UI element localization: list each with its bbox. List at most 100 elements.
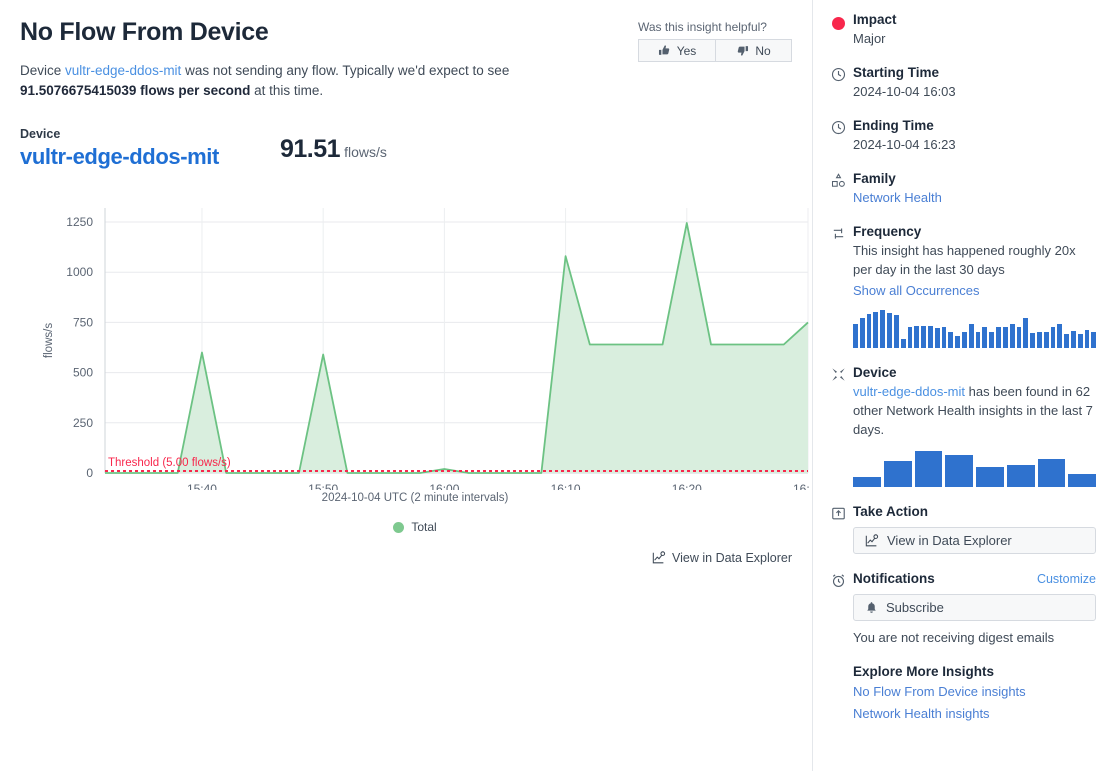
y-axis-tick-label: 1250 xyxy=(66,215,93,229)
sparkline-bar xyxy=(982,327,987,348)
frequency-text: This insight has happened roughly 20x pe… xyxy=(853,241,1096,279)
explore-link-1[interactable]: Network Health insights xyxy=(853,706,1096,721)
x-axis-tick-label: 15:40 xyxy=(187,482,217,490)
show-all-occurrences-link[interactable]: Show all Occurrences xyxy=(853,281,1096,300)
desc-suffix: at this time. xyxy=(250,83,323,98)
impact-dot-icon xyxy=(823,12,853,30)
feedback-buttons: Yes No xyxy=(638,39,792,62)
explore-spacer xyxy=(823,664,853,666)
customize-link[interactable]: Customize xyxy=(1037,572,1096,586)
ending-time-value: 2024-10-04 16:23 xyxy=(853,135,1096,154)
device-name-link[interactable]: vultr-edge-ddos-mit xyxy=(853,384,965,399)
feedback-question: Was this insight helpful? xyxy=(638,20,792,34)
x-axis-tick-label: 16:20 xyxy=(672,482,702,490)
metric-stat-block: 91.51flows/s xyxy=(280,127,387,164)
sparkline-bar xyxy=(996,327,1001,348)
family-link[interactable]: Network Health xyxy=(853,188,1096,207)
metric-value: 91.51 xyxy=(280,135,340,163)
sparkline-bar xyxy=(853,324,858,348)
device-text: vultr-edge-ddos-mit has been found in 62… xyxy=(853,382,1096,439)
sparkline-bar xyxy=(860,318,865,348)
sparkline-bar xyxy=(928,326,933,348)
explore-link-0[interactable]: No Flow From Device insights xyxy=(853,684,1096,699)
chart-legend: Total xyxy=(20,520,810,534)
device-bar xyxy=(853,477,881,487)
device-bar xyxy=(1038,459,1066,487)
feedback-widget: Was this insight helpful? Yes xyxy=(638,20,792,62)
repeat-icon xyxy=(823,224,853,241)
alarm-icon xyxy=(823,571,853,588)
sparkline-bar xyxy=(935,328,940,348)
family-heading: Family xyxy=(853,171,1096,186)
feedback-yes-button[interactable]: Yes xyxy=(638,39,715,62)
desc-middle: was not sending any flow. Typically we'd… xyxy=(181,63,509,78)
sparkline-bar xyxy=(948,332,953,348)
sparkline-bar xyxy=(1071,331,1076,348)
flow-chart: 02505007501000125015:4015:5016:0016:1016… xyxy=(20,190,810,520)
feedback-no-button[interactable]: No xyxy=(715,39,792,62)
sidebar-section-notifications: Notifications Customize Subscribe You ar… xyxy=(823,571,1096,647)
sparkline-bar xyxy=(880,310,885,348)
sparkline-bar xyxy=(1003,327,1008,348)
y-axis-tick-label: 1000 xyxy=(66,265,93,279)
sidebar-section-starting-time: Starting Time 2024-10-04 16:03 xyxy=(823,65,1096,101)
view-in-data-explorer-label: View in Data Explorer xyxy=(672,551,792,565)
sparkline-bar xyxy=(942,327,947,348)
frequency-heading: Frequency xyxy=(853,224,1096,239)
insight-page: No Flow From Device Device vultr-edge-dd… xyxy=(0,0,1120,771)
x-axis-tick-label: 16:00 xyxy=(429,482,459,490)
y-axis-tick-label: 0 xyxy=(86,466,93,480)
sparkline-bar xyxy=(1037,332,1042,348)
device-bar xyxy=(976,467,1004,487)
device-stat-value[interactable]: vultr-edge-ddos-mit xyxy=(20,144,280,170)
sparkline-bar xyxy=(1044,332,1049,348)
sparkline-bar xyxy=(921,326,926,348)
sparkline-bar xyxy=(976,332,981,348)
sidebar-section-family: Family Network Health xyxy=(823,171,1096,207)
sparkline-bar xyxy=(1057,324,1062,348)
device-bar xyxy=(945,455,973,487)
sparkline-bar xyxy=(914,326,919,348)
sparkline-bar xyxy=(873,312,878,348)
feedback-no-label: No xyxy=(755,44,770,58)
ending-time-heading: Ending Time xyxy=(853,118,1096,133)
explore-heading: Explore More Insights xyxy=(853,664,1096,679)
chart-explore-icon xyxy=(865,534,879,548)
metric-unit: flows/s xyxy=(344,144,387,160)
thumbs-up-icon xyxy=(658,44,671,57)
view-in-data-explorer-link[interactable]: View in Data Explorer xyxy=(652,551,792,565)
sparkline-bar xyxy=(1051,327,1056,348)
insight-description: Device vultr-edge-ddos-mit was not sendi… xyxy=(20,61,530,101)
sparkline-bar xyxy=(989,332,994,348)
desc-device-link[interactable]: vultr-edge-ddos-mit xyxy=(65,63,181,78)
device-bar-chart xyxy=(853,451,1096,487)
feedback-yes-label: Yes xyxy=(677,44,697,58)
view-in-data-explorer-button[interactable]: View in Data Explorer xyxy=(853,527,1096,554)
y-axis-tick-label: 250 xyxy=(73,416,93,430)
sparkline-bar xyxy=(901,339,906,349)
device-stat-block: Device vultr-edge-ddos-mit xyxy=(20,127,280,170)
impact-heading: Impact xyxy=(853,12,1096,27)
x-axis-tick-label: 16:10 xyxy=(551,482,581,490)
y-axis-tick-label: 500 xyxy=(73,366,93,380)
x-axis-tick-label: 16:30 xyxy=(793,482,810,490)
clock-icon xyxy=(823,65,853,82)
main-content: No Flow From Device Device vultr-edge-dd… xyxy=(0,0,812,771)
sparkline-bar xyxy=(867,314,872,348)
take-action-heading: Take Action xyxy=(853,504,1096,519)
shapes-icon xyxy=(823,171,853,188)
clock-icon xyxy=(823,118,853,135)
chart-canvas[interactable]: 02505007501000125015:4015:5016:0016:1016… xyxy=(20,190,810,490)
thumbs-down-icon xyxy=(736,44,749,57)
sparkline-bar xyxy=(955,336,960,348)
subscribe-button[interactable]: Subscribe xyxy=(853,594,1096,621)
bell-icon xyxy=(865,601,878,614)
sparkline-bar xyxy=(1064,334,1069,348)
insight-sidebar: Impact Major Starting Time 2024-10-04 16… xyxy=(812,0,1120,771)
starting-time-heading: Starting Time xyxy=(853,65,1096,80)
sidebar-section-impact: Impact Major xyxy=(823,12,1096,48)
desc-expected-rate: 91.5076675415039 flows per second xyxy=(20,83,250,98)
subscribe-button-label: Subscribe xyxy=(886,600,944,615)
export-icon xyxy=(823,504,853,521)
sparkline-bar xyxy=(1010,324,1015,348)
